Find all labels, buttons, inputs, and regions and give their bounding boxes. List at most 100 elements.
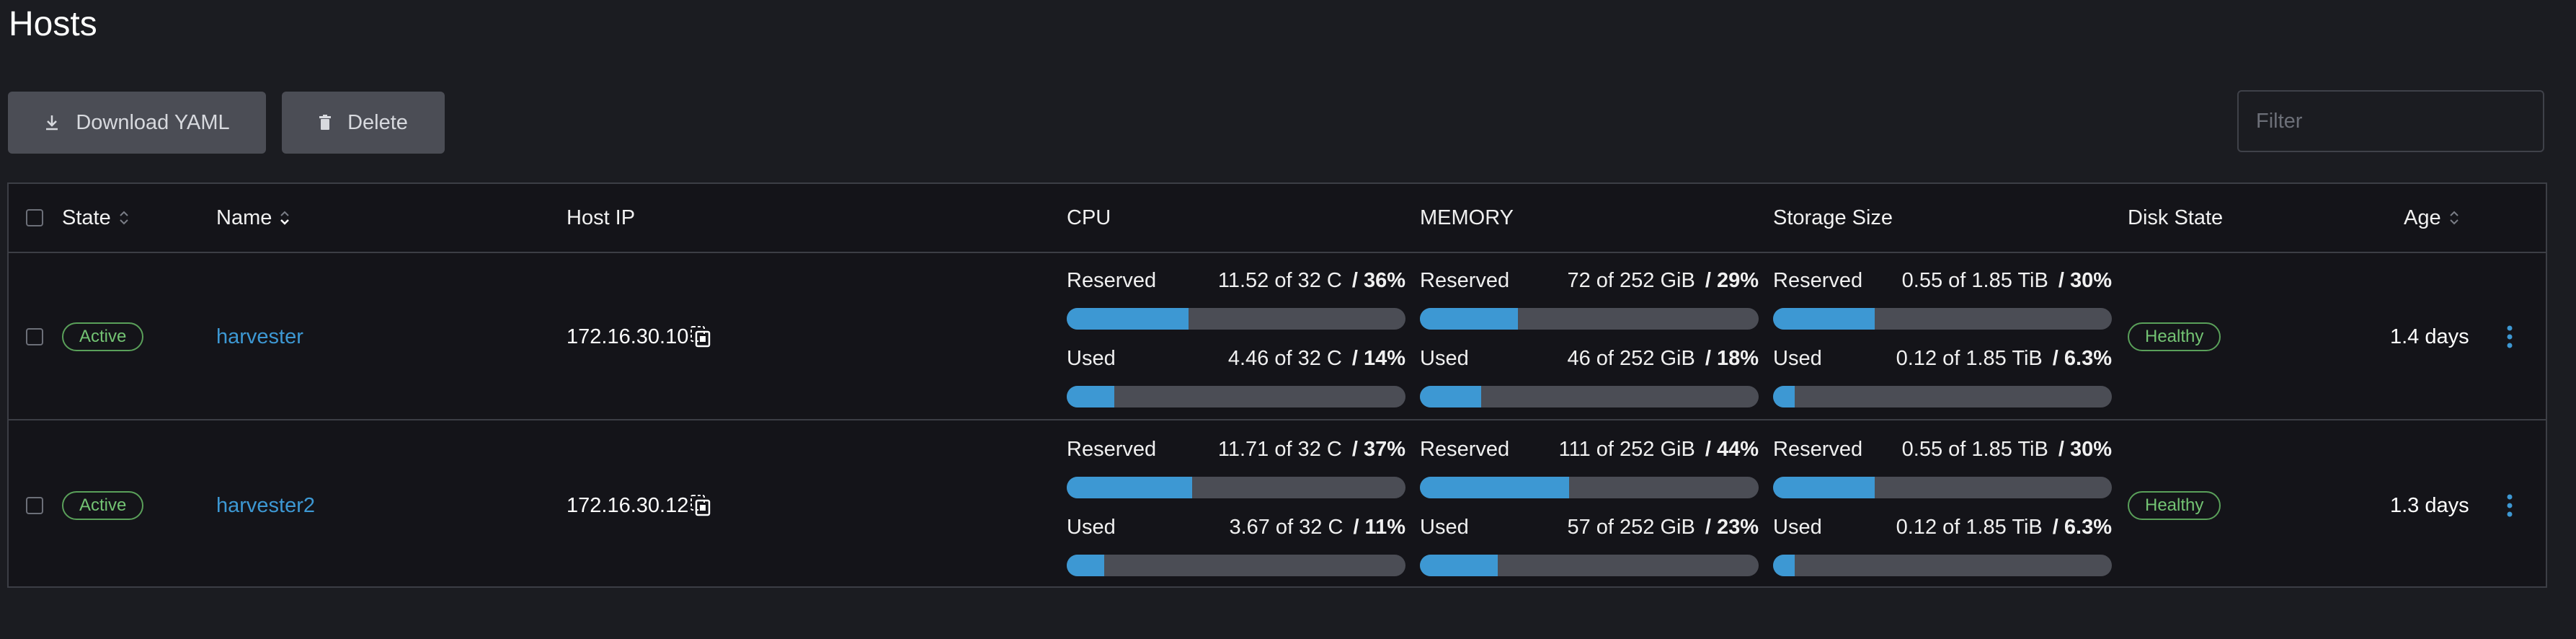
header-select-all — [26, 184, 43, 252]
metric-value-group: 0.12 of 1.85 TiB / 6.3% — [1896, 345, 2112, 371]
cpu-used-metric: Used 4.46 of 32 C / 14% — [1067, 345, 1405, 410]
metric-value: 0.12 of 1.85 TiB — [1896, 516, 2043, 539]
metric-percent: / 37% — [1351, 438, 1405, 461]
metric-value-group: 0.55 of 1.85 TiB / 30% — [1902, 268, 2112, 294]
metric-label: Used — [1067, 347, 1116, 370]
host-name-cell: harvester — [216, 322, 303, 351]
column-memory-label: MEMORY — [1420, 206, 1514, 229]
memory-used-metric: Used 46 of 252 GiB / 18% — [1420, 345, 1759, 410]
progress-bar — [1773, 555, 2112, 576]
metric-label: Used — [1420, 347, 1469, 370]
column-name[interactable]: Name — [216, 184, 290, 252]
progress-fill — [1773, 477, 1875, 498]
progress-fill — [1067, 477, 1192, 498]
hosts-table: State Name Host IP CPU MEMORY Storage Si… — [7, 182, 2547, 588]
memory-used-metric: Used 57 of 252 GiB / 23% — [1420, 514, 1759, 579]
progress-bar — [1420, 477, 1759, 498]
row-checkbox-cell — [26, 497, 43, 514]
host-name-link[interactable]: harvester — [216, 325, 303, 349]
download-yaml-button[interactable]: Download YAML — [8, 92, 266, 154]
progress-fill — [1773, 308, 1875, 330]
metric-value: 72 of 252 GiB — [1567, 269, 1695, 292]
metric-label: Used — [1773, 516, 1822, 539]
column-disk-state-label: Disk State — [2128, 206, 2224, 229]
progress-fill — [1773, 555, 1795, 576]
column-age[interactable]: Age — [2404, 184, 2460, 252]
metric-label: Reserved — [1773, 438, 1863, 461]
progress-fill — [1773, 386, 1795, 407]
metric-value: 0.55 of 1.85 TiB — [1901, 269, 2048, 292]
sort-icon — [279, 209, 290, 226]
storage-used-metric: Used 0.12 of 1.85 TiB / 6.3% — [1773, 345, 2112, 410]
progress-bar — [1773, 386, 2112, 407]
metric-label: Reserved — [1420, 438, 1510, 461]
metric-value: 111 of 252 GiB — [1558, 438, 1695, 461]
metric-label: Used — [1773, 347, 1822, 370]
progress-bar — [1067, 477, 1405, 498]
column-state[interactable]: State — [62, 184, 130, 252]
metric-value-group: 3.67 of 32 C / 11% — [1229, 514, 1405, 540]
progress-bar — [1067, 308, 1405, 330]
column-storage-size-label: Storage Size — [1773, 206, 1893, 229]
metric-value-group: 11.52 of 32 C / 36% — [1218, 268, 1405, 294]
row-checkbox[interactable] — [26, 497, 43, 514]
metric-value: 46 of 252 GiB — [1567, 347, 1695, 370]
progress-fill — [1420, 555, 1498, 576]
host-ip-cell: 172.16.30.12 — [567, 491, 711, 520]
storage-used-metric: Used 0.12 of 1.85 TiB / 6.3% — [1773, 514, 2112, 579]
delete-button[interactable]: Delete — [282, 92, 445, 154]
progress-fill — [1420, 477, 1569, 498]
metric-label: Used — [1067, 516, 1116, 539]
column-name-label: Name — [216, 206, 272, 229]
metric-percent: / 29% — [1705, 269, 1759, 292]
age-value: 1.3 days — [2390, 493, 2469, 517]
metric-percent: / 11% — [1353, 516, 1405, 539]
metric-percent: / 6.3% — [2052, 347, 2112, 370]
metric-value-group: 4.46 of 32 C / 14% — [1228, 345, 1405, 371]
metric-label: Reserved — [1773, 269, 1863, 292]
page-title: Hosts — [9, 5, 97, 43]
sort-icon — [118, 209, 130, 226]
metric-value-group: 0.55 of 1.85 TiB / 30% — [1902, 436, 2112, 462]
copy-icon[interactable] — [690, 325, 711, 348]
metric-percent: / 30% — [2058, 438, 2112, 461]
metric-value-group: 57 of 252 GiB / 23% — [1567, 514, 1759, 540]
progress-fill — [1420, 308, 1519, 330]
column-cpu-label: CPU — [1067, 206, 1111, 229]
metric-value: 0.12 of 1.85 TiB — [1896, 347, 2043, 370]
row-checkbox[interactable] — [26, 328, 43, 345]
host-name-link[interactable]: harvester2 — [216, 494, 315, 518]
copy-icon[interactable] — [690, 494, 711, 517]
metric-percent: / 6.3% — [2052, 516, 2112, 539]
metric-value: 0.55 of 1.85 TiB — [1901, 438, 2048, 461]
metric-percent: / 36% — [1351, 269, 1405, 292]
host-ip: 172.16.30.10 — [567, 325, 689, 348]
metric-value: 11.52 of 32 C — [1217, 269, 1342, 292]
host-name-cell: harvester2 — [216, 491, 315, 520]
column-age-label: Age — [2404, 206, 2441, 229]
disk-state-badge: Healthy — [2128, 491, 2221, 520]
state-badge: Active — [62, 491, 144, 520]
metric-value-group: 111 of 252 GiB / 44% — [1559, 436, 1759, 462]
trash-icon — [319, 115, 332, 131]
more-actions-icon[interactable] — [2505, 321, 2514, 353]
metric-label: Used — [1420, 516, 1469, 539]
sort-icon — [2448, 209, 2460, 226]
progress-fill — [1067, 555, 1104, 576]
state-badge: Active — [62, 322, 144, 351]
select-all-checkbox[interactable] — [26, 209, 43, 226]
progress-fill — [1067, 308, 1189, 330]
progress-bar — [1420, 308, 1759, 330]
age-cell: 1.3 days — [2390, 491, 2469, 520]
metric-value-group: 46 of 252 GiB / 18% — [1567, 345, 1759, 371]
table-header: State Name Host IP CPU MEMORY Storage Si… — [9, 184, 2546, 253]
column-storage-size: Storage Size — [1773, 184, 1893, 252]
progress-fill — [1420, 386, 1481, 407]
table-row: Active harvester 172.16.30.10 Reserved 1… — [9, 253, 2546, 420]
more-actions-icon[interactable] — [2505, 490, 2514, 521]
metric-value: 57 of 252 GiB — [1567, 516, 1695, 539]
filter-input[interactable] — [2237, 90, 2544, 152]
host-ip-cell: 172.16.30.10 — [567, 322, 711, 351]
download-icon — [44, 114, 60, 131]
storage-reserved-metric: Reserved 0.55 of 1.85 TiB / 30% — [1773, 268, 2112, 332]
